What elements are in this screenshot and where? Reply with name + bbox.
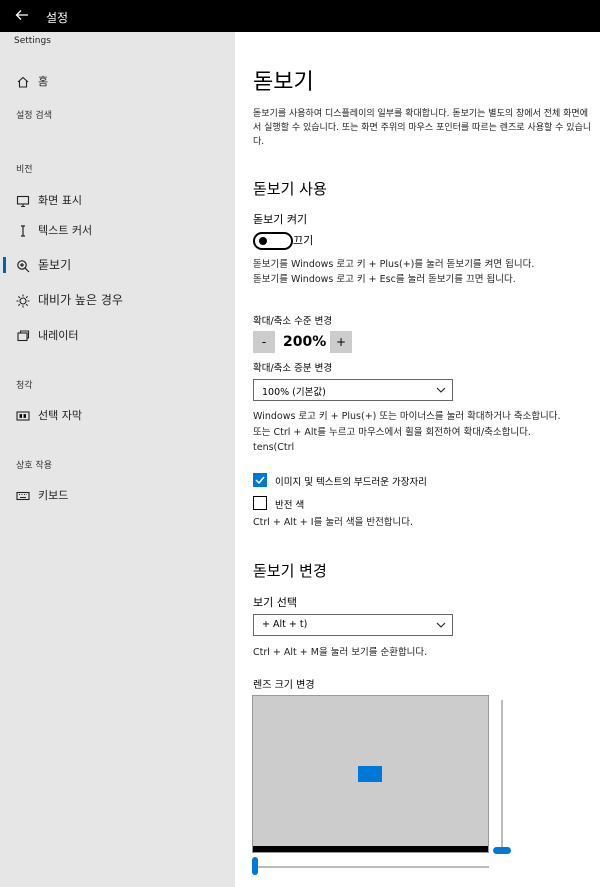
search-input[interactable]: 설정 검색 xyxy=(16,108,52,121)
sidebar-item-magnifier[interactable]: 돋보기 xyxy=(0,250,235,280)
dropdown-value: + Alt + t) xyxy=(262,619,308,630)
smooth-edges-label: 이미지 및 텍스트의 부드러운 가장자리 xyxy=(275,477,427,488)
shortcut-on-text: 돋보기를 Windows 로고 키 + Plus(+)를 눌러 돋보기를 켜면 … xyxy=(253,259,535,270)
sidebar-item-label: 키보드 xyxy=(38,489,69,502)
section-heading-use: 돋보기 사용 xyxy=(253,180,327,198)
zoom-out-button[interactable]: - xyxy=(253,331,275,353)
app-name: Settings xyxy=(14,36,51,46)
magnifier-icon xyxy=(16,258,30,273)
sidebar-item-text-cursor[interactable]: 텍스트 커서 xyxy=(0,215,235,245)
zoom-level-label: 확대/축소 수준 변경 xyxy=(253,316,333,327)
sidebar-item-label: 내레이터 xyxy=(38,329,79,342)
section-heading-hearing: 청각 xyxy=(16,381,33,391)
sidebar-item-display[interactable]: 화면 표시 xyxy=(0,185,235,215)
sidebar-item-high-contrast[interactable]: 대비가 높은 경우 xyxy=(0,285,235,315)
window-title: 설정 xyxy=(46,11,69,25)
closed-captions-icon xyxy=(16,408,30,422)
title-bar: 설정 xyxy=(0,0,600,32)
lens-width-slider-track[interactable] xyxy=(253,866,489,868)
view-hint: Ctrl + Alt + M을 눌러 보기를 순환합니다. xyxy=(253,647,428,658)
selection-indicator xyxy=(3,257,6,273)
view-select-dropdown[interactable]: + Alt + t) xyxy=(253,614,453,636)
sidebar-item-keyboard[interactable]: 키보드 xyxy=(0,480,235,510)
back-arrow-icon[interactable] xyxy=(14,7,30,23)
keyboard-icon xyxy=(16,488,30,502)
section-heading-vision: 비전 xyxy=(16,165,33,175)
home-icon xyxy=(16,74,30,88)
main-content: 돋보기 돋보기를 사용하여 디스플레이의 일부를 확대합니다. 돋보기는 별도의… xyxy=(235,32,600,887)
invert-colors-label: 반전 색 xyxy=(275,500,305,511)
page-description: 돋보기를 사용하여 디스플레이의 일부를 확대합니다. 돋보기는 별도의 창에서… xyxy=(253,109,592,147)
smooth-edges-checkbox[interactable] xyxy=(253,473,267,487)
sidebar-item-label: 돋보기 xyxy=(38,258,72,272)
sidebar-item-label: 선택 자막 xyxy=(38,409,82,422)
section-heading-change: 돋보기 변경 xyxy=(253,562,327,580)
sidebar-item-narrator[interactable]: 내레이터 xyxy=(0,320,235,350)
lens-indicator xyxy=(358,766,382,782)
zoom-level-value: 200% xyxy=(283,334,327,350)
toggle-state-text: 끄기 xyxy=(293,234,314,247)
lens-width-slider-thumb[interactable] xyxy=(252,857,258,875)
sidebar-item-label: 화면 표시 xyxy=(38,194,82,207)
dropdown-value: 100% (기본값) xyxy=(262,387,326,398)
lens-height-slider-thumb[interactable] xyxy=(493,847,511,854)
chevron-down-icon xyxy=(436,620,446,630)
zoom-in-button[interactable]: + xyxy=(330,331,352,353)
zoom-increment-label: 확대/축소 증분 변경 xyxy=(253,363,333,374)
invert-hint: Ctrl + Alt + I를 눌러 색을 반전합니다. xyxy=(253,517,414,528)
sidebar: Settings 홈 설정 검색 비전 화면 표시 텍스트 커서 돋보기 대비가… xyxy=(0,32,235,887)
zoom-increment-dropdown[interactable]: 100% (기본값) xyxy=(253,379,453,401)
sidebar-item-label: 대비가 높은 경우 xyxy=(38,293,123,307)
lens-size-label: 렌즈 크기 변경 xyxy=(253,680,315,691)
chevron-down-icon xyxy=(436,385,446,395)
narrator-icon xyxy=(16,328,30,342)
wheel-info-line-1: Windows 로고 키 + Plus(+) 또는 마이너스를 눌러 확대하거나… xyxy=(253,411,561,422)
magnifier-toggle[interactable] xyxy=(253,232,293,250)
sidebar-item-label: 홈 xyxy=(38,75,49,88)
toggle-label: 돋보기 켜기 xyxy=(253,213,308,226)
sidebar-item-home[interactable]: 홈 xyxy=(0,66,235,96)
sidebar-item-closed-captions[interactable]: 선택 자막 xyxy=(0,400,235,430)
wheel-info-line-3: tens(Ctrl xyxy=(253,442,295,453)
toggle-knob xyxy=(259,237,267,245)
text-cursor-icon xyxy=(16,223,30,237)
view-select-label: 보기 선택 xyxy=(253,596,297,609)
sidebar-item-label: 텍스트 커서 xyxy=(38,224,93,237)
lens-bottom-bar xyxy=(253,846,488,852)
lens-height-slider-track[interactable] xyxy=(501,700,503,850)
section-heading-interaction: 상호 작용 xyxy=(16,461,52,471)
page-title: 돋보기 xyxy=(253,70,314,95)
shortcut-off-text: 돋보기를 Windows 로고 키 + Esc를 눌러 돋보기를 끄면 됩니다. xyxy=(253,274,516,285)
lens-size-preview xyxy=(252,695,489,853)
monitor-icon xyxy=(16,193,30,208)
invert-colors-checkbox[interactable] xyxy=(253,496,267,510)
wheel-info-line-2: 또는 Ctrl + Alt를 누르고 마우스에서 휠을 회전하여 확대/축소합니… xyxy=(253,427,531,438)
contrast-sun-icon xyxy=(16,293,30,308)
